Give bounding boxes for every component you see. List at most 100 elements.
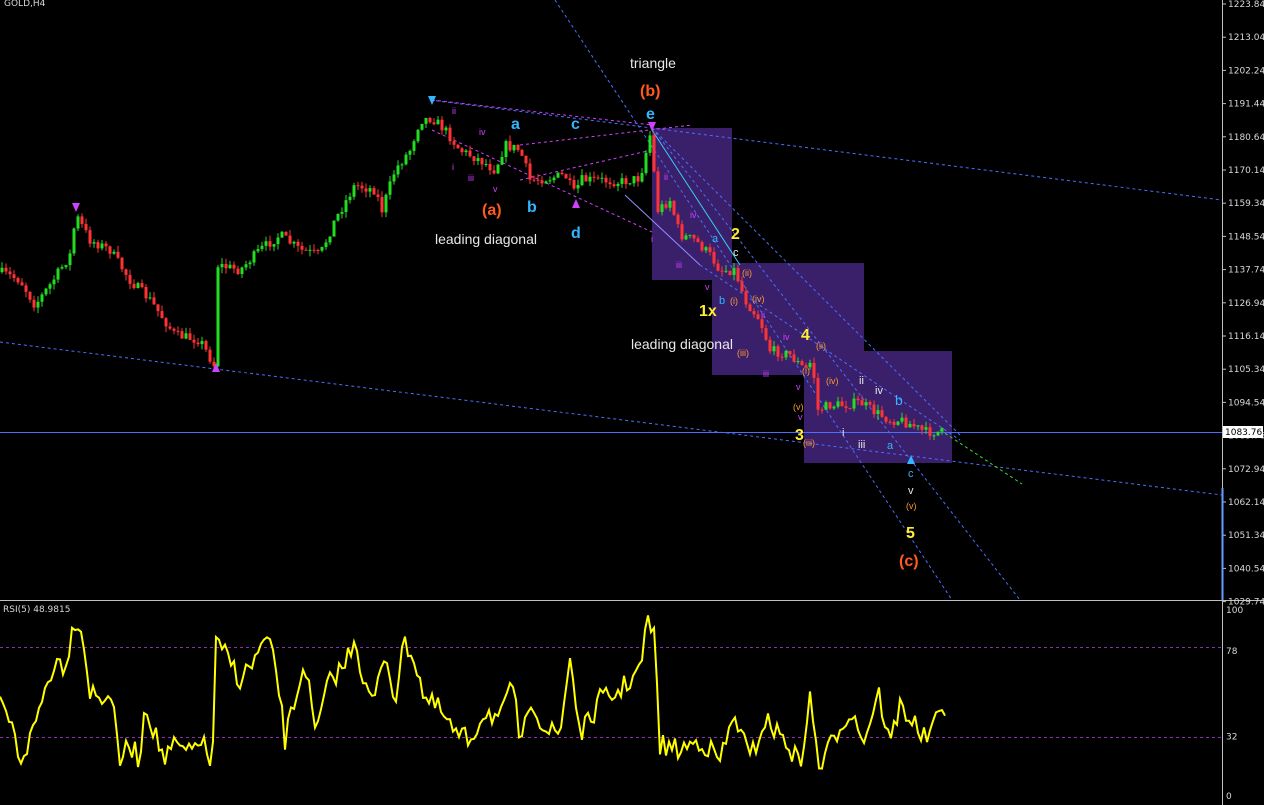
label-a-paren: (a) <box>482 202 502 219</box>
candle-body <box>844 406 848 409</box>
candle-body <box>32 299 36 308</box>
rsi-tick-label: 100 <box>1226 606 1243 616</box>
candle-body <box>272 244 276 247</box>
candle-body <box>284 231 288 236</box>
candle-body <box>548 180 552 182</box>
rsi-axis: 100 78 32 0 <box>1226 606 1243 802</box>
candle-body <box>204 341 208 350</box>
candle-body <box>860 400 864 406</box>
candle-body <box>692 234 696 239</box>
candle-body <box>572 180 576 189</box>
candle-body <box>280 231 284 238</box>
candle-body <box>364 188 368 192</box>
candle-body <box>468 150 472 157</box>
candle-body <box>528 163 532 180</box>
candle-body <box>128 274 132 284</box>
candle-body <box>456 144 460 149</box>
candle-body <box>260 245 264 250</box>
price-tick-label: 1040.54 <box>1228 564 1264 574</box>
label-triangle: triangle <box>630 55 676 71</box>
candle-body <box>180 331 184 339</box>
candle-body <box>252 251 256 263</box>
candle-body <box>852 398 856 409</box>
candle-body <box>48 284 52 289</box>
chart-canvas[interactable]: triangle (b) e (a) (c) leading diagonal … <box>0 0 1264 805</box>
candle-body <box>476 158 480 162</box>
candle-body <box>516 144 520 150</box>
candle-body <box>228 264 232 269</box>
label-iv-paren: (iv) <box>826 376 839 386</box>
candle-body <box>412 141 416 151</box>
candle-body <box>320 247 324 251</box>
candle-body <box>348 196 352 201</box>
candle-body <box>80 216 84 225</box>
candle-body <box>916 425 920 427</box>
candle-body <box>356 185 360 187</box>
candle-body <box>20 282 24 286</box>
candle-body <box>160 311 164 319</box>
candle-body <box>392 174 396 182</box>
candle-body <box>668 201 672 208</box>
candle-body <box>368 188 372 192</box>
candle-body <box>164 318 168 327</box>
label-ii: ii <box>452 106 456 116</box>
rsi-tick-label: 0 <box>1226 792 1232 802</box>
candle-body <box>820 409 824 411</box>
candle-body <box>604 177 608 183</box>
candle-body <box>12 274 16 279</box>
candle-body <box>480 158 484 165</box>
candle-body <box>908 423 912 428</box>
price-tick-label: 1105.34 <box>1228 365 1264 375</box>
candle-body <box>840 401 844 407</box>
candle-body <box>360 185 364 189</box>
candle-body <box>188 333 192 340</box>
candle-body <box>568 178 572 181</box>
candle-body <box>244 264 248 268</box>
label-a: a <box>887 440 894 452</box>
label-iii: iii <box>858 439 865 451</box>
candle-body <box>540 180 544 184</box>
candle-body <box>848 408 852 410</box>
label-wave-4: 4 <box>801 327 810 344</box>
candle-body <box>752 311 756 315</box>
candle-body <box>92 242 96 244</box>
candle-body <box>444 127 448 131</box>
candle-body <box>896 421 900 425</box>
candle-body <box>8 271 12 275</box>
candle-body <box>744 291 748 305</box>
candle-body <box>76 216 80 229</box>
label-v: v <box>908 485 914 497</box>
label-wave-1x: 1x <box>699 303 717 320</box>
rsi-line <box>0 615 946 770</box>
candle-body <box>0 267 4 272</box>
candle-body <box>96 242 100 249</box>
candle-body <box>812 362 816 378</box>
price-tick-label: 1213.04 <box>1228 33 1264 43</box>
candle-body <box>680 224 684 240</box>
main-chart-area[interactable] <box>0 0 1222 600</box>
label-v: v <box>796 382 801 392</box>
candle-body <box>600 177 604 179</box>
candle-body <box>312 249 316 251</box>
label-iii-paren: (iii) <box>803 438 815 448</box>
candle-body <box>292 241 296 244</box>
candle-body <box>884 416 888 422</box>
candle-body <box>676 214 680 225</box>
candle-body <box>584 175 588 182</box>
candle-body <box>104 243 108 247</box>
candle-body <box>544 181 548 184</box>
candle-body <box>428 117 432 123</box>
candle-body <box>616 183 620 187</box>
candle-body <box>328 236 332 243</box>
candle-body <box>932 435 936 437</box>
price-tick-label: 1191.44 <box>1228 100 1264 110</box>
candle-body <box>856 398 860 401</box>
candle-body <box>52 279 56 285</box>
candle-body <box>940 427 944 432</box>
candle-body <box>116 251 120 258</box>
candle-body <box>500 156 504 165</box>
candle-body <box>672 201 676 215</box>
candle-body <box>628 183 632 185</box>
candle-body <box>340 211 344 214</box>
candle-body <box>728 270 732 275</box>
